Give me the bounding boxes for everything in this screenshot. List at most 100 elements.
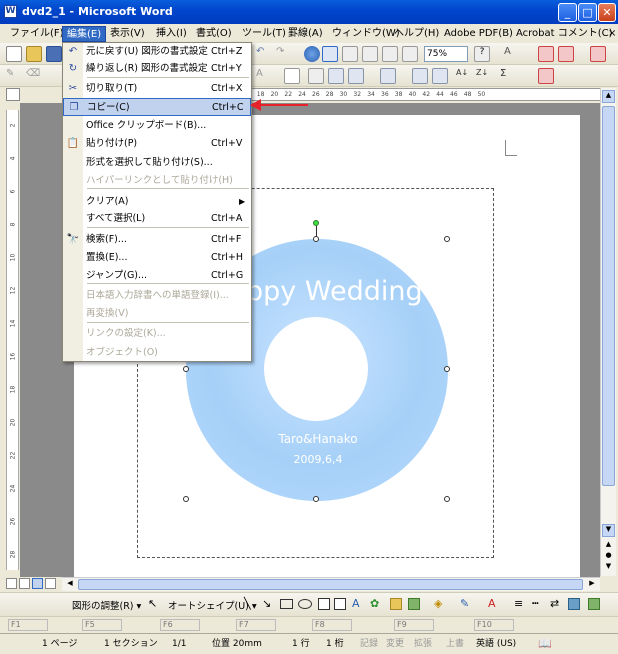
close-button[interactable]: ✕ [598, 3, 616, 22]
horizontal-scrollbar[interactable]: ◀ ▶ [62, 577, 600, 591]
fkey-f6[interactable]: F6 [160, 619, 200, 631]
previous-page-icon[interactable]: ▲ [602, 540, 615, 550]
resize-handle-sw[interactable] [183, 496, 189, 502]
wordart-icon[interactable]: A [352, 597, 360, 610]
edit-menu-item[interactable]: ❐ コピー(C) Ctrl+C [63, 98, 251, 116]
line-style-icon[interactable]: ≡ [514, 597, 523, 610]
clip-art-icon[interactable] [390, 598, 402, 610]
oval-icon[interactable] [298, 599, 312, 609]
font-color-icon[interactable]: A [256, 68, 272, 84]
distribute-rows-icon[interactable] [412, 68, 428, 84]
drawing-icon[interactable] [402, 46, 418, 62]
columns-icon[interactable] [382, 46, 398, 62]
vertical-text-box-icon[interactable] [334, 598, 346, 610]
edit-menu-item[interactable]: 🔭 検索(F)... Ctrl+F [63, 231, 251, 249]
edit-menu-item[interactable]: ↶ 元に戻す(U) 図形の書式設定 Ctrl+Z [63, 43, 251, 61]
open-folder-icon[interactable] [26, 46, 42, 62]
fkey-f5[interactable]: F5 [82, 619, 122, 631]
align-icon[interactable] [380, 68, 396, 84]
text-style-icon[interactable]: A [504, 46, 520, 62]
arrow-icon[interactable]: ↘ [262, 597, 271, 610]
scroll-left-button[interactable]: ◀ [64, 579, 76, 590]
edit-menu-item[interactable]: ジャンプ(G)... Ctrl+G [63, 267, 251, 285]
normal-view-icon[interactable] [6, 578, 17, 589]
menu-view[interactable]: 表示(V) [106, 26, 149, 42]
status-rec[interactable]: 記録 [360, 634, 378, 654]
line-color-icon[interactable]: ✎ [460, 597, 469, 610]
pdf-icon[interactable] [538, 68, 554, 84]
text-box-icon[interactable] [318, 598, 330, 610]
insert-picture-icon[interactable] [408, 598, 420, 610]
sort-ascending-icon[interactable]: A↓ [456, 68, 472, 84]
distribute-columns-icon[interactable] [432, 68, 448, 84]
select-objects-icon[interactable]: ↖ [148, 597, 157, 610]
menu-edit[interactable]: 編集(E) [62, 26, 107, 42]
vertical-scrollbar[interactable]: ▲ ▼ ▲ ● ▼ [600, 88, 616, 576]
new-document-icon[interactable] [6, 46, 22, 62]
edit-menu-item[interactable]: 形式を選択して貼り付け(S)... [63, 154, 251, 172]
web-layout-icon[interactable] [19, 578, 30, 589]
status-ext[interactable]: 拡張 [414, 634, 432, 654]
maximize-button[interactable]: □ [578, 3, 597, 22]
fkey-f7[interactable]: F7 [236, 619, 276, 631]
fkey-f8[interactable]: F8 [312, 619, 352, 631]
resize-handle-e[interactable] [444, 366, 450, 372]
sort-descending-icon[interactable]: Z↓ [476, 68, 492, 84]
menu-close-icon[interactable]: × [604, 26, 618, 42]
insert-excel-icon[interactable] [362, 46, 378, 62]
pdf-review-icon[interactable] [590, 46, 606, 62]
fill-color-icon[interactable]: ◈ [434, 597, 442, 610]
resize-handle-w[interactable] [183, 366, 189, 372]
outline-view-icon[interactable] [45, 578, 56, 589]
font-color-draw-icon[interactable]: A [488, 597, 496, 610]
spelling-status-icon[interactable]: 📖 [538, 634, 552, 654]
insert-row-icon[interactable] [328, 68, 344, 84]
scroll-down-button[interactable]: ▼ [602, 524, 615, 537]
tables-borders-icon[interactable] [322, 46, 338, 62]
menu-table[interactable]: 罫線(A) [284, 26, 327, 42]
fkey-f9[interactable]: F9 [394, 619, 434, 631]
edit-menu-item[interactable]: Office クリップボード(B)... [63, 117, 251, 135]
autosum-icon[interactable]: Σ [500, 68, 516, 84]
scroll-right-button[interactable]: ▶ [586, 579, 598, 590]
arrow-style-icon[interactable]: ⇄ [550, 597, 559, 610]
print-layout-icon[interactable] [32, 578, 43, 589]
resize-handle-n[interactable] [313, 236, 319, 242]
edit-menu-item[interactable]: ↻ 繰り返し(R) 図形の書式設定 Ctrl+Y [63, 60, 251, 78]
resize-handle-ne[interactable] [444, 236, 450, 242]
word-app-icon[interactable]: W [4, 5, 17, 18]
dash-style-icon[interactable]: ┅ [532, 597, 539, 610]
tab-selector[interactable] [6, 88, 20, 101]
menu-help[interactable]: ヘルプ(H) [390, 26, 443, 42]
menu-format[interactable]: 書式(O) [192, 26, 236, 42]
menu-insert[interactable]: 挿入(I) [152, 26, 191, 42]
status-ovr[interactable]: 上書 [446, 634, 464, 654]
vertical-ruler[interactable]: 2 4 6 8 10 12 14 16 18 20 22 24 26 28 [6, 110, 19, 570]
draw-menu-button[interactable]: 図形の調整(R) ▾ [72, 598, 141, 612]
vertical-scroll-thumb[interactable] [602, 106, 615, 486]
pencil-icon[interactable]: ✎ [6, 68, 22, 84]
save-icon[interactable] [46, 46, 62, 62]
diagram-icon[interactable]: ✿ [370, 597, 379, 610]
zoom-select[interactable]: 75% [424, 46, 468, 62]
edit-menu-item[interactable]: すべて選択(L) Ctrl+A [63, 210, 251, 228]
merge-cells-icon[interactable] [348, 68, 364, 84]
fkey-f1[interactable]: F1 [8, 619, 48, 631]
line-icon[interactable]: ╲ [244, 597, 251, 610]
resize-handle-s[interactable] [313, 496, 319, 502]
undo-toolbar-icon[interactable]: ↶ [256, 46, 272, 62]
edit-menu-item[interactable]: クリア(A) ▶ [63, 193, 251, 211]
border-icon[interactable] [284, 68, 300, 84]
redo-toolbar-icon[interactable]: ↷ [276, 46, 292, 62]
eraser-icon[interactable]: ⌫ [26, 68, 42, 84]
3d-style-icon[interactable] [588, 598, 600, 610]
minimize-button[interactable]: _ [558, 3, 577, 22]
rotate-handle[interactable] [313, 220, 319, 226]
edit-menu-item[interactable]: 📋 貼り付け(P) Ctrl+V [63, 135, 251, 153]
status-trk[interactable]: 変更 [386, 634, 404, 654]
edit-menu-item[interactable]: 置換(E)... Ctrl+H [63, 249, 251, 267]
scroll-up-button[interactable]: ▲ [602, 90, 615, 103]
hyperlink-icon[interactable] [304, 46, 320, 62]
menu-acrobat-comments[interactable]: Acrobat コメント(C) [512, 26, 617, 42]
select-browse-object-icon[interactable]: ● [602, 551, 615, 561]
